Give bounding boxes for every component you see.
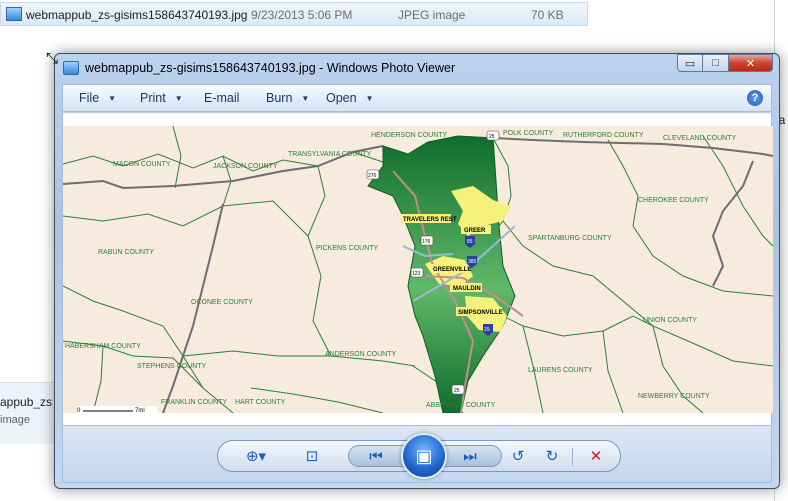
county-label: MACON COUNTY [113, 161, 171, 168]
email-button-label: E-mail [204, 91, 240, 105]
file-date: 9/23/2013 5:06 PM [251, 8, 353, 22]
file-menu-caret-icon: ▼ [108, 94, 117, 103]
burn-menu-label: Burn [266, 91, 293, 105]
navigation-bar: ⊕▾ ⊡ ⏮ ⏭ ▣ ↺ ↻ ✕ [62, 425, 772, 483]
open-menu-label: Open [326, 91, 357, 105]
city-label-greenville: GREENVILLE [433, 267, 471, 273]
file-menu[interactable]: File ▼ [79, 91, 116, 105]
image-canvas[interactable]: MACON COUNTY JACKSON COUNTY TRANSYLVANIA… [62, 113, 773, 425]
county-label: SPARTANBURG COUNTY [528, 235, 612, 242]
county-label: PICKENS COUNTY [316, 245, 379, 252]
county-label: HABERSHAM COUNTY [65, 343, 141, 350]
jpeg-file-icon [6, 7, 22, 21]
print-menu[interactable]: Print ▼ [140, 91, 183, 105]
slideshow-button[interactable]: ▣ [401, 433, 447, 479]
route-shield-label: 385 [468, 259, 477, 265]
county-label: STEPHENS COUNTY [137, 363, 207, 370]
route-shield-label: 25 [489, 134, 495, 140]
file-type: JPEG image [398, 8, 466, 22]
route-shield-label: 176 [422, 239, 431, 245]
next-button[interactable]: ⏭ [448, 441, 492, 471]
scale-bar-bg [77, 406, 157, 413]
city-label-simpsonville: SIMPSONVILLE [458, 310, 503, 316]
route-shield-label: 25 [454, 388, 460, 394]
previous-button[interactable]: ⏮ [354, 441, 398, 471]
file-menu-label: File [79, 91, 100, 105]
photo-viewer-icon [63, 61, 79, 75]
county-label: FRANKLIN COUNTY [161, 399, 227, 406]
details-file-type: image [0, 414, 30, 426]
print-menu-caret-icon: ▼ [174, 94, 183, 103]
county-label: JACKSON COUNTY [213, 163, 278, 170]
resize-cursor-icon: ⤡ [46, 50, 59, 67]
rotate-right-button[interactable]: ↻ [536, 441, 568, 471]
map-scale-bar: 0 7mi [77, 406, 157, 413]
playback-controls: ⊕▾ ⊡ ⏮ ⏭ ▣ ↺ ↻ ✕ [217, 433, 621, 479]
route-shield-label: 85 [467, 239, 473, 245]
command-bar: File ▼ Print ▼ E-mail Burn ▼ Open ▼ ? [62, 84, 772, 112]
file-name: webmappub_zs-gisims158643740193.jpg [26, 8, 248, 22]
window-title: webmappub_zs-gisims158643740193.jpg - Wi… [85, 61, 456, 75]
county-label: RABUN COUNTY [98, 249, 154, 256]
route-shield-label: 276 [368, 173, 377, 179]
details-pane: appub_zs image [0, 382, 56, 444]
route-shield-label: 29 [484, 327, 490, 333]
county-label: HART COUNTY [235, 399, 286, 406]
county-label: CHEROKEE COUNTY [638, 197, 709, 204]
route-shield-label: 123 [412, 271, 421, 277]
county-map: MACON COUNTY JACKSON COUNTY TRANSYLVANIA… [63, 126, 773, 413]
help-icon[interactable]: ? [747, 90, 763, 106]
open-menu[interactable]: Open ▼ [326, 91, 374, 105]
scale-bar-label: 7mi [135, 408, 145, 413]
county-label: CLEVELAND COUNTY [663, 135, 736, 142]
city-label-greer: GREER [464, 228, 486, 234]
actual-size-button[interactable]: ⊡ [292, 441, 332, 471]
county-label: LAURENS COUNTY [528, 367, 593, 374]
open-menu-caret-icon: ▼ [365, 94, 374, 103]
caption-buttons: ▭ □ ✕ [677, 54, 773, 72]
file-list-row[interactable]: webmappub_zs-gisims158643740193.jpg 9/23… [0, 2, 588, 26]
close-button[interactable]: ✕ [729, 54, 773, 72]
county-label: HENDERSON COUNTY [371, 132, 448, 139]
delete-button[interactable]: ✕ [580, 441, 612, 471]
county-label: UNION COUNTY [643, 317, 697, 324]
email-button[interactable]: E-mail [204, 91, 239, 105]
print-menu-label: Print [140, 91, 166, 105]
city-label-mauldin: MAULDIN [453, 286, 481, 292]
county-label: NEWBERRY COUNTY [638, 393, 710, 400]
county-label: OCONEE COUNTY [191, 299, 253, 306]
city-label-travelers-rest: TRAVELERS REST [403, 217, 457, 223]
rotate-left-button[interactable]: ↺ [502, 441, 534, 471]
county-label: POLK COUNTY [503, 130, 554, 137]
burn-menu[interactable]: Burn ▼ [266, 91, 309, 105]
burn-menu-caret-icon: ▼ [301, 94, 310, 103]
photo-viewer-window: webmappub_zs-gisims158643740193.jpg - Wi… [54, 53, 780, 489]
file-size: 70 KB [531, 8, 564, 22]
nav-separator [572, 448, 573, 466]
details-file-name: appub_zs [0, 395, 53, 409]
county-label: ABBEVILLE COUNTY [426, 402, 496, 409]
county-label: RUTHERFORD COUNTY [563, 132, 644, 139]
maximize-button[interactable]: □ [703, 54, 729, 72]
county-label: ANDERSON COUNTY [325, 351, 397, 358]
slideshow-icon: ▣ [415, 445, 433, 466]
county-label: TRANSYLVANIA COUNTY [288, 151, 372, 158]
minimize-button[interactable]: ▭ [677, 54, 703, 72]
zoom-button[interactable]: ⊕▾ [236, 441, 276, 471]
